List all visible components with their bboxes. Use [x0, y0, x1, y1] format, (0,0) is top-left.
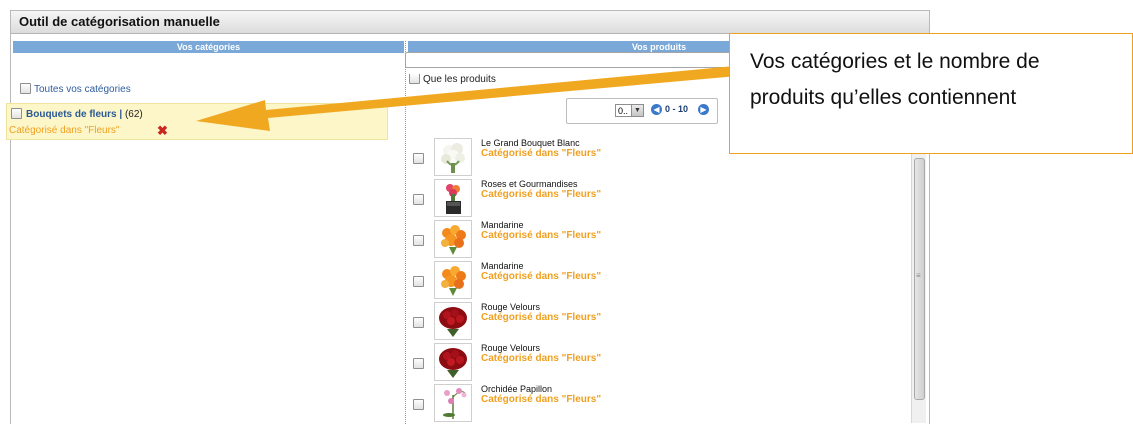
product-name[interactable]: Mandarine	[481, 220, 524, 230]
product-checkbox[interactable]	[413, 317, 424, 328]
red-roses-thumbnail	[434, 302, 472, 340]
product-list-scrollbar[interactable]: ≡	[911, 118, 926, 423]
product-row[interactable]: Rouge Velours Catégorisé dans "Fleurs"	[410, 342, 890, 383]
chevron-down-icon[interactable]: ▼	[631, 105, 643, 116]
panel-divider[interactable]	[405, 41, 406, 424]
product-name[interactable]: Rouge Velours	[481, 343, 540, 353]
category-name-line: Bouquets de fleurs | (62)	[11, 108, 143, 121]
product-row[interactable]: Roses et Gourmandises Catégorisé dans "F…	[410, 178, 890, 219]
orchid-thumbnail	[434, 384, 472, 422]
product-filter-option[interactable]: Que les produits	[409, 74, 729, 85]
product-filter-label: Que les produits	[423, 74, 496, 86]
next-page-icon[interactable]: ▶	[698, 104, 709, 115]
scrollbar-thumb[interactable]: ≡	[914, 158, 925, 400]
product-status: Catégorisé dans "Fleurs"	[481, 312, 602, 323]
product-name[interactable]: Mandarine	[481, 261, 524, 271]
product-row[interactable]: Mandarine Catégorisé dans "Fleurs"	[410, 260, 890, 301]
annotation-callout: Vos catégories et le nombre de produits …	[729, 33, 1133, 154]
product-filter-checkbox[interactable]	[409, 74, 420, 84]
category-row[interactable]: Bouquets de fleurs | (62) Catégorisé dan…	[6, 103, 388, 140]
orange-bouquet-thumbnail	[434, 220, 472, 258]
per-page-select[interactable]: 0.. ▼	[615, 104, 644, 117]
product-status: Catégorisé dans "Fleurs"	[481, 189, 602, 200]
per-page-value: 0..	[618, 106, 629, 116]
pagination-bar: 0.. ▼ ◀ 0 - 10 ▶	[566, 98, 718, 124]
category-status: Catégorisé dans "Fleurs"	[9, 125, 120, 136]
categories-column-header: Vos catégories	[13, 41, 404, 53]
page-range: 0 - 10	[665, 104, 689, 114]
red-roses-thumbnail	[434, 343, 472, 381]
product-checkbox[interactable]	[413, 399, 424, 410]
rose-box-thumbnail	[434, 179, 472, 217]
product-row[interactable]: Orchidée Papillon Catégorisé dans "Fleur…	[410, 383, 890, 424]
orange-bouquet-thumbnail	[434, 261, 472, 299]
product-name[interactable]: Rouge Velours	[481, 302, 540, 312]
callout-line-2: produits qu’elles contiennent	[750, 86, 1017, 109]
product-row[interactable]: Mandarine Catégorisé dans "Fleurs"	[410, 219, 890, 260]
product-name[interactable]: Roses et Gourmandises	[481, 179, 578, 189]
all-categories-checkbox[interactable]	[20, 83, 31, 94]
remove-category-icon[interactable]: ✖	[157, 124, 168, 137]
category-product-count: (62)	[124, 109, 143, 121]
window-title: Outil de catégorisation manuelle	[11, 11, 929, 34]
product-status: Catégorisé dans "Fleurs"	[481, 394, 602, 405]
category-checkbox[interactable]	[11, 108, 22, 119]
previous-page-icon[interactable]: ◀	[651, 104, 662, 115]
product-search-input[interactable]	[405, 52, 743, 68]
category-name[interactable]: Bouquets de fleurs |	[26, 109, 122, 120]
product-checkbox[interactable]	[413, 153, 424, 164]
all-categories-label: Toutes vos catégories	[34, 84, 131, 96]
all-categories-item[interactable]: Toutes vos catégories	[20, 83, 131, 96]
product-name[interactable]: Orchidée Papillon	[481, 384, 552, 394]
white-bouquet-thumbnail	[434, 138, 472, 176]
product-checkbox[interactable]	[413, 235, 424, 246]
callout-line-1: Vos catégories et le nombre de	[750, 50, 1040, 73]
product-list: Le Grand Bouquet Blanc Catégorisé dans "…	[410, 137, 890, 424]
product-checkbox[interactable]	[413, 358, 424, 369]
product-status: Catégorisé dans "Fleurs"	[481, 353, 602, 364]
product-status: Catégorisé dans "Fleurs"	[481, 148, 602, 159]
callout-text: Vos catégories et le nombre de produits …	[750, 44, 1130, 116]
product-row[interactable]: Rouge Velours Catégorisé dans "Fleurs"	[410, 301, 890, 342]
product-status: Catégorisé dans "Fleurs"	[481, 230, 602, 241]
product-name[interactable]: Le Grand Bouquet Blanc	[481, 138, 580, 148]
product-status: Catégorisé dans "Fleurs"	[481, 271, 602, 282]
grip-icon: ≡	[916, 271, 921, 280]
product-checkbox[interactable]	[413, 276, 424, 287]
product-checkbox[interactable]	[413, 194, 424, 205]
